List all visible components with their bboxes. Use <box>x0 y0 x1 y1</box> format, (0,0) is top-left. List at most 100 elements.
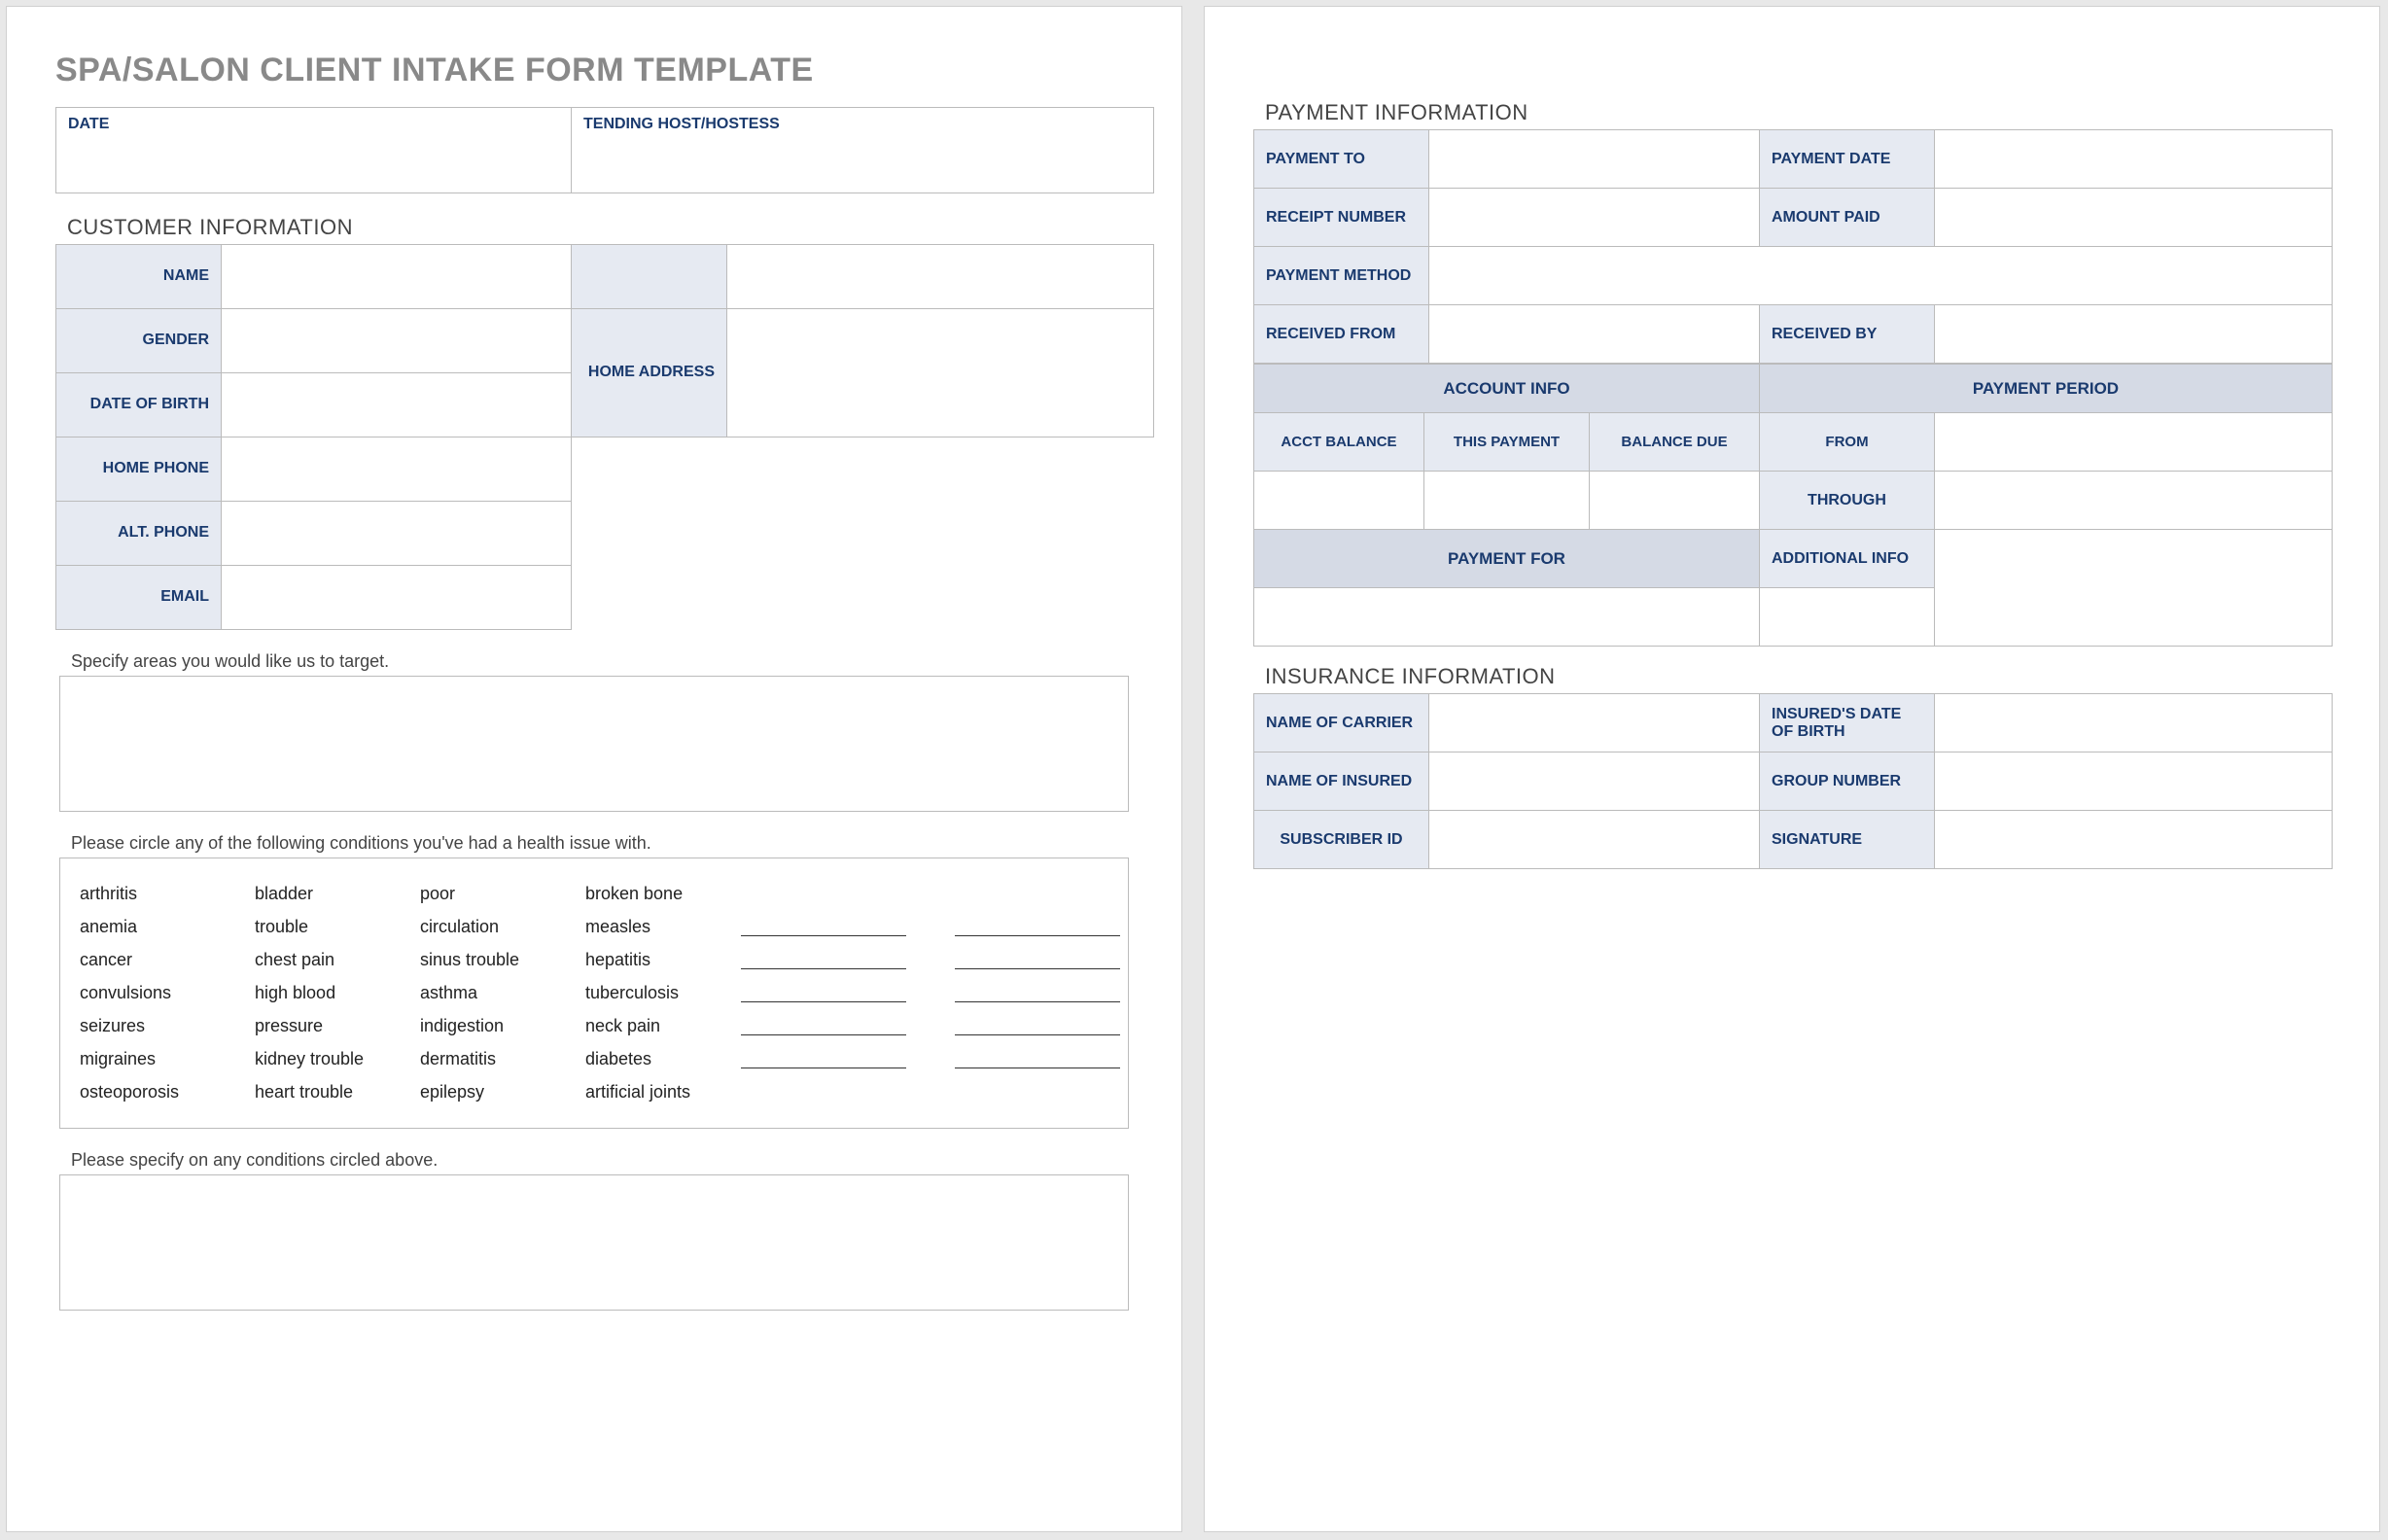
account-table: ACCOUNT INFO PAYMENT PERIOD ACCT BALANCE… <box>1253 364 2333 647</box>
through-input[interactable] <box>1935 472 2333 530</box>
pay-to-label: PAYMENT TO <box>1254 130 1429 189</box>
cond: convulsions <box>80 983 255 1003</box>
home-phone-input[interactable] <box>222 437 572 501</box>
name-input[interactable] <box>222 244 572 308</box>
insurance-table: NAME OF CARRIER INSURED'S DATE OF BIRTH … <box>1253 693 2333 869</box>
pay-date-input[interactable] <box>1935 130 2333 189</box>
additional-label: ADDITIONAL INFO <box>1760 530 1935 588</box>
cond: arthritis <box>80 884 255 904</box>
received-from-input[interactable] <box>1429 305 1760 364</box>
cond: hepatitis <box>585 950 741 970</box>
additional-input[interactable] <box>1935 530 2333 647</box>
name-right-input[interactable] <box>727 244 1154 308</box>
name-label: NAME <box>56 244 222 308</box>
target-box[interactable] <box>59 676 1129 812</box>
target-note: Specify areas you would like us to targe… <box>71 651 1133 672</box>
cond: poor <box>420 884 585 904</box>
cond: bladder <box>255 884 420 904</box>
balance-due-input[interactable] <box>1590 472 1760 530</box>
host-input[interactable] <box>572 139 1154 192</box>
cond: circulation <box>420 917 585 937</box>
pay-date-label: PAYMENT DATE <box>1760 130 1935 189</box>
host-label: TENDING HOST/HOSTESS <box>572 108 1154 140</box>
email-input[interactable] <box>222 565 572 629</box>
blank-line[interactable] <box>741 989 906 1002</box>
email-label: EMAIL <box>56 565 222 629</box>
conditions-box: arthritis bladder poor broken bone anemi… <box>59 858 1129 1129</box>
cond: cancer <box>80 950 255 970</box>
cond: epilepsy <box>420 1082 585 1102</box>
page-1: SPA/SALON CLIENT INTAKE FORM TEMPLATE DA… <box>6 6 1182 1532</box>
method-input[interactable] <box>1429 247 2333 305</box>
cond: heart trouble <box>255 1082 420 1102</box>
alt-phone-input[interactable] <box>222 501 572 565</box>
cond: kidney trouble <box>255 1049 420 1069</box>
home-phone-label: HOME PHONE <box>56 437 222 501</box>
method-label: PAYMENT METHOD <box>1254 247 1429 305</box>
blank-line[interactable] <box>741 956 906 969</box>
gender-input[interactable] <box>222 308 572 372</box>
cond: anemia <box>80 917 255 937</box>
amount-input[interactable] <box>1935 189 2333 247</box>
blank-line[interactable] <box>955 1055 1120 1068</box>
blank-line[interactable] <box>955 1022 1120 1035</box>
circle-note: Please circle any of the following condi… <box>71 833 1133 854</box>
blank-line[interactable] <box>741 923 906 936</box>
cond: seizures <box>80 1016 255 1036</box>
group-label: GROUP NUMBER <box>1760 752 1935 811</box>
specify-note: Please specify on any conditions circled… <box>71 1150 1133 1171</box>
insured-dob-input[interactable] <box>1935 694 2333 752</box>
payment-table: PAYMENT TO PAYMENT DATE RECEIPT NUMBER A… <box>1253 129 2333 364</box>
account-info-header: ACCOUNT INFO <box>1254 365 1760 413</box>
blank-line[interactable] <box>955 989 1120 1002</box>
this-payment-label: THIS PAYMENT <box>1424 413 1590 472</box>
receipt-input[interactable] <box>1429 189 1760 247</box>
cond: osteoporosis <box>80 1082 255 1102</box>
conditions-grid: arthritis bladder poor broken bone anemi… <box>80 884 1108 1102</box>
this-payment-input[interactable] <box>1424 472 1590 530</box>
blank-line[interactable] <box>955 923 1120 936</box>
amount-label: AMOUNT PAID <box>1760 189 1935 247</box>
subscriber-input[interactable] <box>1429 811 1760 869</box>
subscriber-label: SUBSCRIBER ID <box>1254 811 1429 869</box>
blank-line[interactable] <box>955 956 1120 969</box>
received-by-label: RECEIVED BY <box>1760 305 1935 364</box>
cond: neck pain <box>585 1016 741 1036</box>
gender-label: GENDER <box>56 308 222 372</box>
from-input[interactable] <box>1935 413 2333 472</box>
group-input[interactable] <box>1935 752 2333 811</box>
home-address-input[interactable] <box>727 308 1154 437</box>
cond: measles <box>585 917 741 937</box>
signature-input[interactable] <box>1935 811 2333 869</box>
carrier-label: NAME OF CARRIER <box>1254 694 1429 752</box>
specify-box[interactable] <box>59 1174 1129 1311</box>
home-address-label: HOME ADDRESS <box>572 308 727 437</box>
cond: broken bone <box>585 884 741 904</box>
payment-for-input[interactable] <box>1254 588 1760 647</box>
pay-to-input[interactable] <box>1429 130 1760 189</box>
cond: dermatitis <box>420 1049 585 1069</box>
acct-balance-input[interactable] <box>1254 472 1424 530</box>
received-by-input[interactable] <box>1935 305 2333 364</box>
dob-input[interactable] <box>222 372 572 437</box>
cond: pressure <box>255 1016 420 1036</box>
insurance-heading: INSURANCE INFORMATION <box>1265 664 2331 689</box>
customer-table: NAME GENDER HOME ADDRESS DATE OF BIRTH H… <box>55 244 1154 630</box>
payment-for-label: PAYMENT FOR <box>1254 530 1760 588</box>
additional-input-2[interactable] <box>1760 588 1935 647</box>
carrier-input[interactable] <box>1429 694 1760 752</box>
cond: migraines <box>80 1049 255 1069</box>
cond: trouble <box>255 917 420 937</box>
insured-name-input[interactable] <box>1429 752 1760 811</box>
customer-heading: CUSTOMER INFORMATION <box>67 215 1133 240</box>
receipt-label: RECEIPT NUMBER <box>1254 189 1429 247</box>
received-from-label: RECEIVED FROM <box>1254 305 1429 364</box>
header-table: DATE TENDING HOST/HOSTESS <box>55 107 1154 193</box>
date-input[interactable] <box>56 139 572 192</box>
date-label: DATE <box>56 108 572 140</box>
cond: artificial joints <box>585 1082 741 1102</box>
page-2: PAYMENT INFORMATION PAYMENT TO PAYMENT D… <box>1204 6 2380 1532</box>
blank-line[interactable] <box>741 1055 906 1068</box>
blank-line[interactable] <box>741 1022 906 1035</box>
through-label: THROUGH <box>1760 472 1935 530</box>
